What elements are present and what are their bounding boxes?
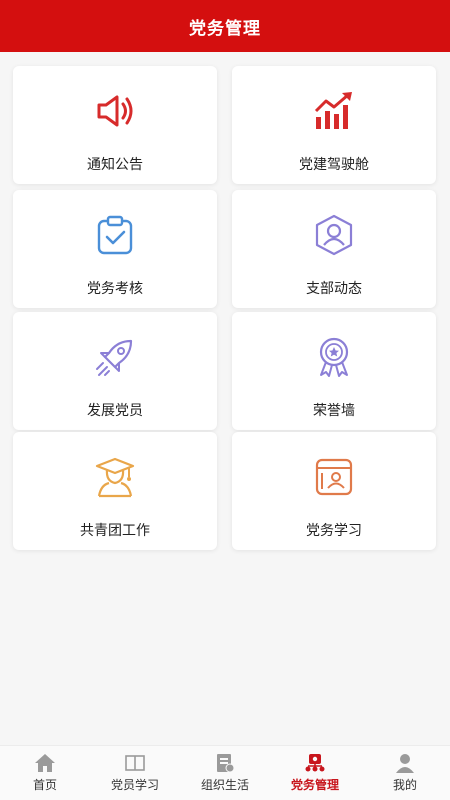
menu-item-branch-news[interactable]: 支部动态 xyxy=(232,190,436,308)
menu-item-dashboard[interactable]: 党建驾驶舱 xyxy=(232,66,436,184)
tab-label: 党员学习 xyxy=(110,778,159,792)
clipboard-check-icon xyxy=(92,212,138,258)
menu-item-label: 党务考核 xyxy=(87,281,143,297)
tab-org-life[interactable]: 组织生活 xyxy=(180,748,270,798)
menu-item-develop-members[interactable]: 发展党员 xyxy=(13,312,217,430)
book-icon xyxy=(124,753,146,773)
tab-label: 党务管理 xyxy=(290,778,339,792)
menu-item-party-study[interactable]: 党务学习 xyxy=(232,432,436,550)
graduate-icon xyxy=(92,454,138,500)
id-card-icon xyxy=(311,454,357,500)
tab-label: 我的 xyxy=(392,778,417,792)
page-title: 党务管理 xyxy=(189,18,261,39)
tab-mine[interactable]: 我的 xyxy=(360,748,450,798)
menu-item-label: 荣誉墙 xyxy=(313,403,355,419)
menu-item-label: 通知公告 xyxy=(87,157,143,173)
tab-home[interactable]: 首页 xyxy=(0,748,90,798)
menu-item-youth-league[interactable]: 共青团工作 xyxy=(13,432,217,550)
home-icon xyxy=(34,753,56,773)
tab-member-study[interactable]: 党员学习 xyxy=(90,748,180,798)
page-header: 党务管理 xyxy=(0,0,450,52)
rocket-icon xyxy=(92,334,138,380)
menu-item-honor-wall[interactable]: 荣誉墙 xyxy=(232,312,436,430)
tab-label: 组织生活 xyxy=(200,778,249,792)
menu-item-label: 共青团工作 xyxy=(80,523,150,539)
menu-item-label: 发展党员 xyxy=(87,403,143,419)
bottom-tab-bar: 首页 党员学习 组织生活 党务管理 我的 xyxy=(0,745,450,800)
menu-item-assessment[interactable]: 党务考核 xyxy=(13,190,217,308)
person-icon xyxy=(394,753,416,773)
menu-item-notice[interactable]: 通知公告 xyxy=(13,66,217,184)
document-icon xyxy=(214,753,236,773)
user-hexagon-icon xyxy=(311,212,357,258)
party-badge-icon xyxy=(304,753,326,773)
speaker-icon xyxy=(92,88,138,134)
menu-item-label: 党务学习 xyxy=(306,523,362,539)
tab-party-affairs[interactable]: 党务管理 xyxy=(270,748,360,798)
bar-chart-icon xyxy=(311,88,357,134)
menu-item-label: 党建驾驶舱 xyxy=(299,157,369,173)
award-medal-icon xyxy=(311,334,357,380)
menu-item-label: 支部动态 xyxy=(306,281,362,297)
tab-label: 首页 xyxy=(32,778,57,792)
